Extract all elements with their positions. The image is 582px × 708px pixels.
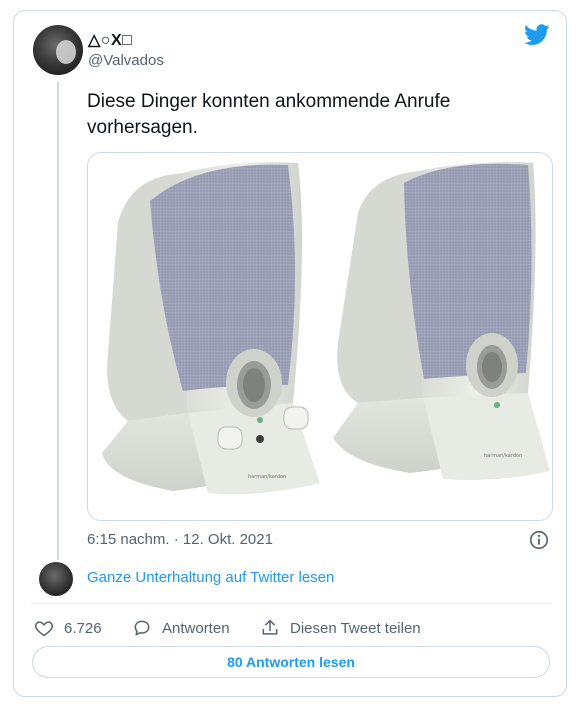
tweet-text: Diese Dinger konnten ankommende Anrufe v… [87,91,451,138]
author-handle[interactable]: @Valvados [88,52,164,69]
author-display-name[interactable]: △○X□ [88,30,132,50]
thread-line [57,82,59,560]
share-icon [262,619,278,635]
read-conversation-link[interactable]: Ganze Unterhaltung auf Twitter lesen [87,569,334,586]
info-icon[interactable] [528,529,550,551]
divider [31,603,551,604]
twitter-bird-icon[interactable] [524,24,550,46]
avatar[interactable] [33,25,83,75]
share-button[interactable]: Diesen Tweet teilen [260,616,421,640]
speakers-illustration: harman/kardon harman/kardon [88,153,552,520]
reply-label: Antworten [162,619,230,637]
tweet-embed-card: △○X□ @Valvados Diese Dinger konnten anko… [13,10,567,697]
like-button[interactable]: 6.726 [34,616,102,640]
read-replies-button[interactable]: 80 Antworten lesen [32,646,550,678]
reply-bubble-icon [134,620,150,636]
svg-text:harman/kardon: harman/kardon [484,453,522,459]
share-label: Diesen Tweet teilen [290,619,421,637]
small-avatar[interactable] [39,562,73,596]
heart-icon [35,621,53,637]
reply-button[interactable]: Antworten [132,616,230,640]
tweet-timestamp[interactable]: 6:15 nachm. · 12. Okt. 2021 [87,531,273,548]
like-count: 6.726 [64,619,102,637]
left-speaker: harman/kardon [102,162,320,495]
right-speaker: harman/kardon [333,162,550,480]
tweet-image[interactable]: harman/kardon harman/kardon [87,152,553,521]
svg-text:harman/kardon: harman/kardon [248,474,286,480]
